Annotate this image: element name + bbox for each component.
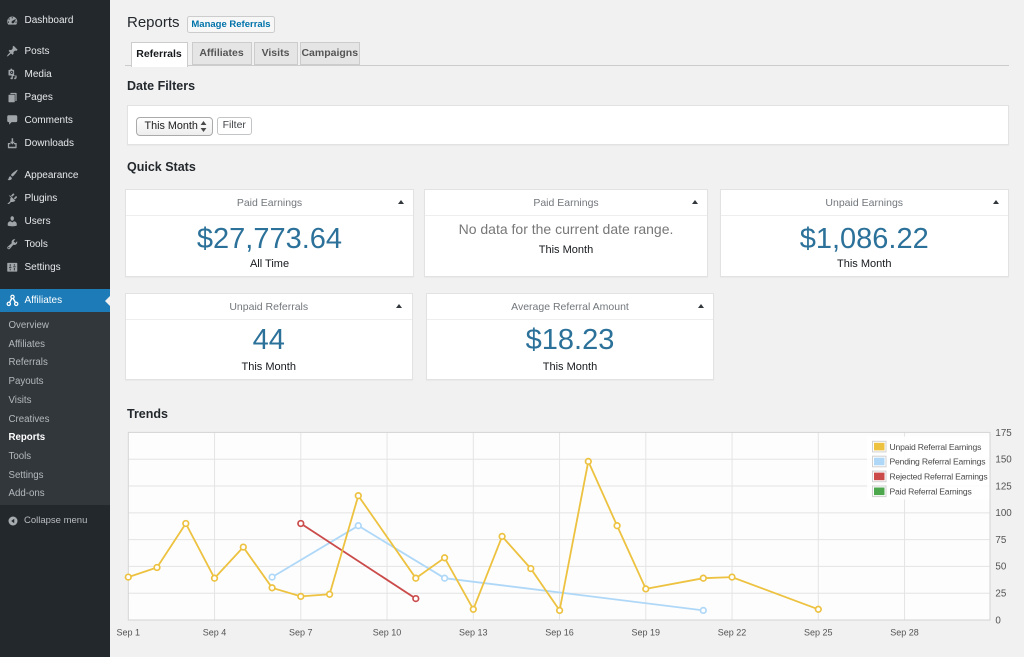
svg-text:Sep 4: Sep 4 [203, 628, 227, 638]
svg-text:Sep 28: Sep 28 [890, 628, 919, 638]
svg-text:Paid Referral Earnings: Paid Referral Earnings [890, 487, 972, 497]
svg-text:125: 125 [995, 481, 1012, 492]
svg-text:Sep 19: Sep 19 [632, 628, 661, 638]
svg-text:Sep 1: Sep 1 [117, 628, 141, 638]
svg-text:150: 150 [995, 455, 1012, 466]
svg-text:0: 0 [995, 615, 1001, 626]
svg-text:Unpaid Referral Earnings: Unpaid Referral Earnings [890, 442, 982, 452]
svg-text:25: 25 [995, 589, 1006, 600]
svg-text:Pending Referral Earnings: Pending Referral Earnings [890, 457, 986, 467]
svg-text:175: 175 [995, 428, 1012, 439]
svg-text:Sep 25: Sep 25 [804, 628, 833, 638]
svg-text:Sep 7: Sep 7 [289, 628, 313, 638]
svg-text:Sep 16: Sep 16 [545, 628, 574, 638]
svg-text:Sep 22: Sep 22 [718, 628, 747, 638]
svg-text:Sep 10: Sep 10 [373, 628, 402, 638]
svg-text:100: 100 [995, 508, 1012, 519]
svg-text:Rejected Referral Earnings: Rejected Referral Earnings [890, 472, 988, 482]
svg-text:75: 75 [995, 535, 1006, 546]
svg-text:50: 50 [995, 562, 1006, 573]
svg-text:Sep 13: Sep 13 [459, 628, 488, 638]
